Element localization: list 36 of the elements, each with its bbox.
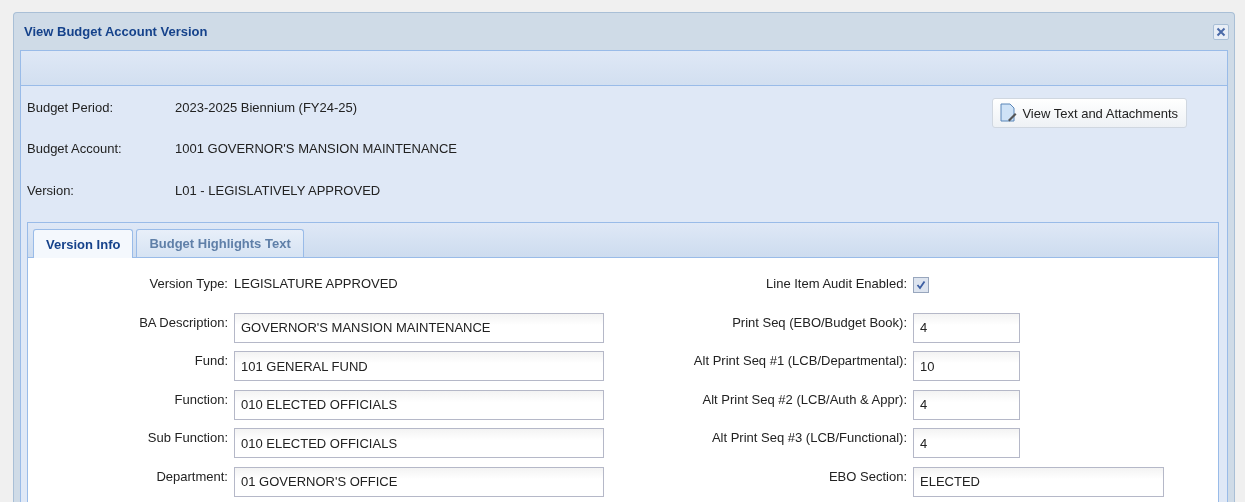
document-icon (999, 103, 1018, 123)
attachments-button[interactable]: View Text and Attachments (992, 98, 1187, 128)
text-field[interactable]: 4 (913, 389, 1020, 420)
tab[interactable]: Version Info (33, 229, 134, 258)
header-label: Budget Account: (27, 141, 123, 157)
header-value: 2023-2025 Biennium (FY24-25) (175, 100, 358, 115)
text-field[interactable]: ELECTED (913, 466, 1164, 497)
header-value: L01 - LEGISLATIVELY APPROVED (175, 182, 381, 198)
header-label: Version: (27, 182, 75, 198)
text-field[interactable]: 010 ELECTED OFFICIALS (234, 389, 604, 420)
field-label: Fund: (193, 352, 228, 370)
header-label: Budget Period: (27, 100, 114, 115)
field-label: Department: (155, 467, 228, 486)
field-label: BA Description: (138, 313, 228, 332)
field-label: Function: (173, 390, 228, 409)
text-field[interactable]: 01 GOVERNOR'S OFFICE (234, 466, 604, 497)
text-field[interactable]: 4 (913, 428, 1020, 458)
field-label: Print Seq (EBO/Budget Book): (731, 313, 907, 332)
field-label: Alt Print Seq #3 (LCB/Functional): (710, 429, 907, 447)
window-title: View Budget Account Version (24, 24, 208, 39)
header-value: 1001 GOVERNOR'S MANSION MAINTENANCE (175, 141, 458, 157)
text-field[interactable]: 4 (913, 312, 1020, 343)
field-label: Line Item Audit Enabled: (765, 275, 907, 293)
field-label: Sub Function: (146, 429, 228, 447)
text-field[interactable]: GOVERNOR'S MANSION MAINTENANCE (234, 312, 604, 343)
text-field[interactable]: 101 GENERAL FUND (234, 351, 604, 381)
text-field[interactable]: 010 ELECTED OFFICIALS (234, 428, 604, 458)
field-label: Alt Print Seq #2 (LCB/Auth & Appr): (701, 390, 907, 409)
checkbox[interactable] (913, 277, 929, 293)
close-button[interactable] (1213, 23, 1229, 40)
text-field[interactable]: 10 (913, 351, 1020, 381)
field-value: LEGISLATURE APPROVED (234, 275, 399, 293)
field-label: EBO Section: (827, 467, 907, 486)
checkmark-icon (916, 280, 926, 290)
field-label: Alt Print Seq #1 (LCB/Departmental): (692, 352, 907, 370)
field-label: Version Type: (148, 275, 228, 293)
